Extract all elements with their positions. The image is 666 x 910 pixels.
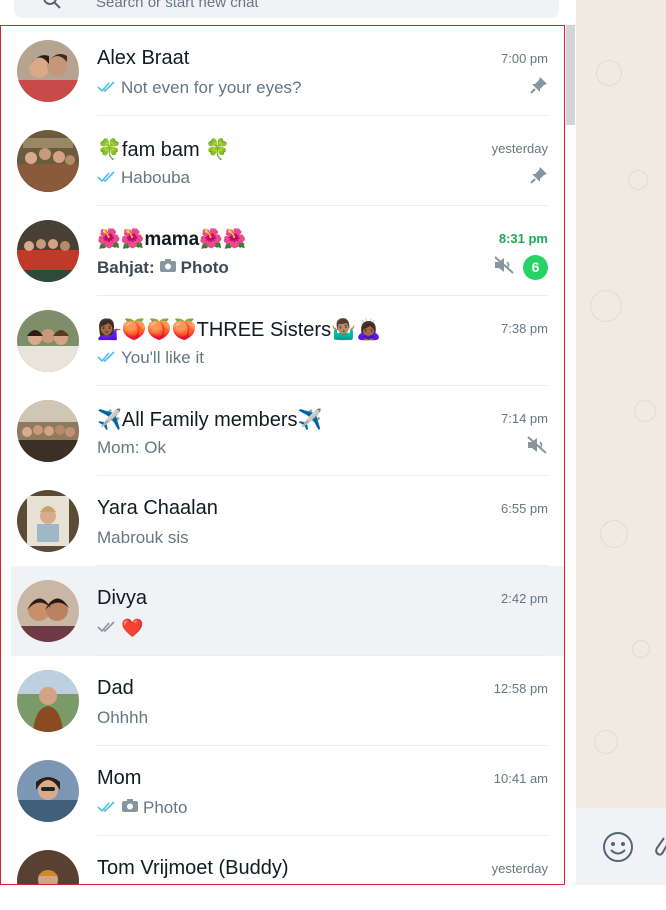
chat-preview: Ohhhh [97,707,148,729]
chat-time: yesterday [491,861,548,876]
avatar [17,130,79,192]
camera-icon [121,798,139,818]
chat-preview: Mom: Ok [97,437,166,459]
muted-speaker-icon [493,255,515,280]
status-icons [530,75,548,99]
preview-text: ❤️ [121,617,144,639]
chat-row-dad[interactable]: Dad 12:58 pm Ohhhh [1,656,564,746]
status-icons: 6 [493,254,548,280]
double-check-icon [97,798,117,818]
muted-speaker-icon [526,435,548,460]
status-icons [526,435,548,459]
chat-name: Tom Vrijmoet (Buddy) [97,857,289,879]
avatar [17,310,79,372]
chat-name: Yara Chaalan [97,497,218,519]
camera-icon [159,258,177,278]
chat-time: yesterday [491,141,548,156]
avatar [17,580,79,642]
chat-row-mama[interactable]: 🌺🌺mama🌺🌺 8:31 pm Bahjat: Photo 6 [1,206,564,296]
preview-text: Photo [180,258,229,277]
chat-row-fam-bam[interactable]: 🍀fam bam 🍀 yesterday Habouba [1,116,564,206]
chat-time: 12:58 pm [493,681,548,696]
avatar [17,220,79,282]
chat-time: 10:41 am [493,771,548,786]
search-bar: Search or start new chat [0,0,575,24]
chat-name: Alex Braat [97,47,190,69]
preview-sender: Bahjat: [97,258,155,277]
double-check-icon [97,618,117,638]
attach-icon[interactable] [654,834,666,863]
message-composer [576,808,666,885]
chat-row-tom-vrijmoet[interactable]: Tom Vrijmoet (Buddy) yesterday [1,836,564,884]
status-icons [530,165,548,189]
preview-text: Photo [143,798,188,817]
double-check-icon [97,348,117,368]
scrollbar-thumb[interactable] [566,25,575,125]
chat-name: 🍀fam bam 🍀 [97,139,231,161]
chat-row-all-family-members[interactable]: ✈️All Family members✈️ 7:14 pm Mom: Ok [1,386,564,476]
chat-preview: Photo [97,797,187,819]
chat-name: 💁🏾‍♀️🍑🍑🍑THREE Sisters🤷🏽‍♂️🙇🏾‍♀️ [97,319,381,341]
chat-time: 6:55 pm [501,501,548,516]
chat-row-alex-braat[interactable]: Alex Braat 7:00 pm Not even for your eye… [1,26,564,116]
double-check-icon [97,78,117,98]
unread-badge: 6 [523,254,548,280]
preview-text: Habouba [121,168,191,187]
pin-icon [530,76,548,99]
chat-preview: Habouba [97,167,190,189]
emoji-icon[interactable] [602,831,634,868]
conversation-background [576,0,666,910]
chat-preview: Mabrouk sis [97,527,189,549]
chat-time: 8:31 pm [498,231,548,246]
double-check-icon [97,168,117,188]
avatar [17,670,79,732]
chat-time: 7:00 pm [501,51,548,66]
search-icon[interactable] [42,0,62,15]
preview-text: Not even for your eyes? [121,78,302,97]
chat-row-three-sisters[interactable]: 💁🏾‍♀️🍑🍑🍑THREE Sisters🤷🏽‍♂️🙇🏾‍♀️ 7:38 pm … [1,296,564,386]
preview-text: Mabrouk sis [97,528,189,547]
chat-preview: Not even for your eyes? [97,77,301,99]
preview-text: Ohhhh [97,708,149,727]
avatar [17,400,79,462]
chat-name: ✈️All Family members✈️ [97,409,323,431]
selection-highlight [11,566,564,656]
chat-name: 🌺🌺mama🌺🌺 [97,229,247,250]
avatar [17,40,79,102]
preview-text: You'll like it [121,348,204,367]
bottom-strip [0,885,666,910]
chat-preview: Bahjat: Photo [97,257,229,279]
chat-list: Alex Braat 7:00 pm Not even for your eye… [0,25,565,885]
avatar [17,490,79,552]
avatar [17,760,79,822]
chat-row-mom[interactable]: Mom 10:41 am Photo [1,746,564,836]
pin-icon [530,166,548,189]
chat-time: 2:42 pm [501,591,548,606]
search-input[interactable]: Search or start new chat [14,0,559,18]
chat-name: Divya [97,587,148,609]
avatar [17,850,79,884]
chat-preview: You'll like it [97,347,204,369]
chat-row-divya[interactable]: Divya 2:42 pm ❤️ [1,566,564,656]
chat-row-yara-chaalan[interactable]: Yara Chaalan 6:55 pm Mabrouk sis [1,476,564,566]
chat-time: 7:14 pm [501,411,548,426]
preview-text: Mom: Ok [97,438,166,457]
chat-time: 7:38 pm [501,321,548,336]
search-placeholder: Search or start new chat [96,0,259,11]
chat-preview: ❤️ [97,617,143,639]
chat-name: Mom [97,767,142,789]
chat-name: Dad [97,677,134,699]
scrollbar-track[interactable] [565,25,576,885]
